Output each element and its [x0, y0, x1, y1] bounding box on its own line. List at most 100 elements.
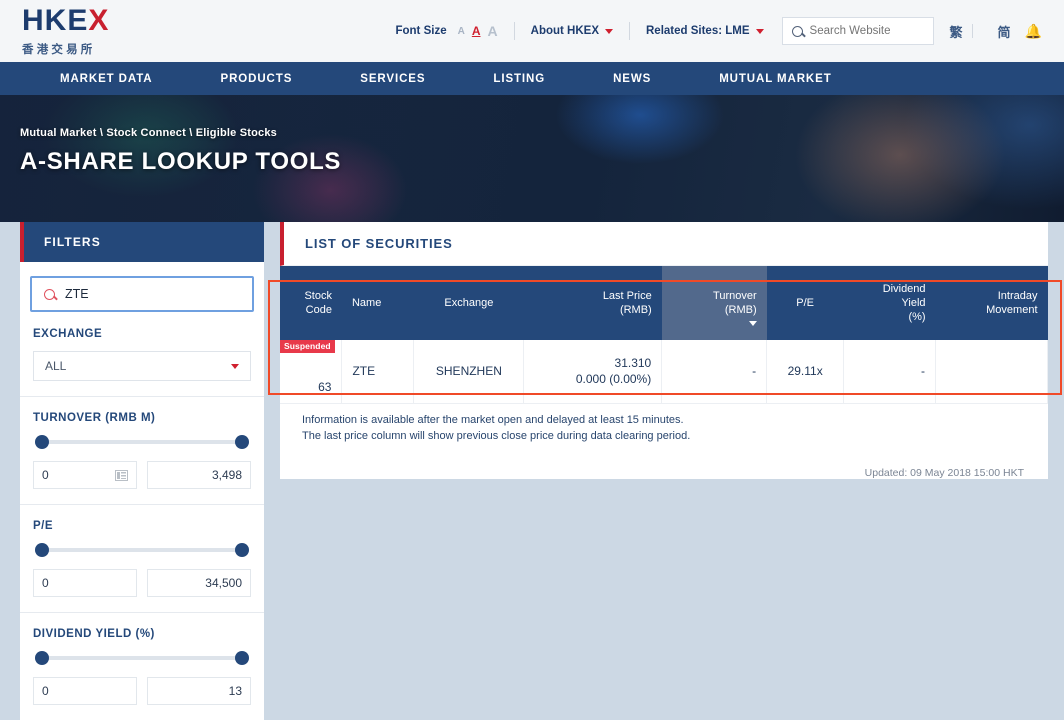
filters-panel: FILTERS EXCHANGE ALL TURNOVER (RMB M) — [20, 222, 264, 720]
chevron-down-icon — [755, 28, 764, 34]
cell-pe: 29.11x — [766, 340, 845, 405]
cell-name: ZTE — [341, 340, 415, 405]
note-line-1: Information is available after the marke… — [302, 414, 684, 427]
column-header-turnover-label: Turnover (RMB) — [713, 290, 757, 317]
divider — [629, 22, 630, 40]
nav-item-services[interactable]: SERVICES — [360, 73, 425, 85]
exchange-label: EXCHANGE — [33, 328, 103, 340]
language-traditional-chinese[interactable]: 繁 — [950, 22, 963, 41]
cell-dividend-yield: - — [843, 340, 937, 405]
breadcrumb-separator: \ — [185, 127, 196, 139]
pe-max-input[interactable]: 34,500 — [147, 569, 251, 597]
nav-item-news[interactable]: NEWS — [613, 73, 651, 85]
column-header-dividend-yield[interactable]: Dividend Yield (%) — [843, 266, 936, 341]
nav-item-market-data[interactable]: MARKET DATA — [60, 73, 153, 85]
dividend-slider-max-handle[interactable] — [235, 651, 249, 665]
breadcrumb-item-eligible-stocks[interactable]: Eligible Stocks — [196, 127, 277, 139]
dividend-label: DIVIDEND YIELD (%) — [33, 628, 155, 640]
chevron-down-icon — [231, 363, 239, 369]
turnover-slider-max-handle[interactable] — [235, 435, 249, 449]
breadcrumb: Mutual Market \ Stock Connect \ Eligible… — [20, 127, 1064, 139]
dividend-min-input[interactable]: 0 — [33, 677, 137, 705]
dividend-range-inputs: 0 13 — [33, 677, 251, 705]
logo-x-letter: X — [88, 3, 110, 37]
filter-search-wrapper — [20, 262, 264, 328]
dividend-max-value: 13 — [228, 684, 242, 698]
slider-track — [35, 656, 249, 660]
hero-banner: Mutual Market \ Stock Connect \ Eligible… — [0, 95, 1064, 222]
breadcrumb-separator: \ — [96, 127, 107, 139]
divider — [971, 24, 973, 38]
stock-search-input[interactable] — [65, 287, 240, 301]
filter-dividend-yield: DIVIDEND YIELD (%) 0 13 — [20, 612, 264, 720]
site-search-input[interactable] — [809, 25, 924, 37]
column-header-intraday-movement[interactable]: Intraday Movement — [935, 266, 1048, 341]
column-header-stock-code[interactable]: Stock Code — [280, 266, 342, 341]
turnover-max-value: 3,498 — [211, 468, 242, 482]
about-hkex-dropdown[interactable]: About HKEX — [531, 25, 613, 37]
securities-table: Stock Code Name Exchange Last Price (RMB… — [280, 266, 1048, 405]
status-badge: Suspended — [280, 340, 335, 354]
column-header-pe[interactable]: P/E — [766, 266, 844, 341]
cell-intraday-movement — [935, 340, 1048, 405]
dividend-min-value: 0 — [42, 684, 49, 698]
pe-slider-min-handle[interactable] — [35, 543, 49, 557]
cell-turnover: - — [661, 340, 768, 405]
search-icon — [44, 288, 55, 300]
language-simplified-chinese[interactable]: 简 — [998, 22, 1011, 41]
font-size-label: Font Size — [395, 25, 447, 37]
top-utility-links: Font Size A A A About HKEX Related Sites… — [395, 17, 1042, 45]
column-header-exchange[interactable]: Exchange — [413, 266, 524, 341]
dividend-slider-min-handle[interactable] — [35, 651, 49, 665]
pe-min-input[interactable]: 0 — [33, 569, 137, 597]
font-size-control: Font Size A A A — [395, 23, 497, 39]
chevron-down-icon — [605, 28, 613, 34]
about-hkex-label: About HKEX — [530, 25, 599, 37]
pe-slider-max-handle[interactable] — [235, 543, 249, 557]
nav-item-mutual-market[interactable]: MUTUAL MARKET — [719, 73, 831, 85]
column-header-name[interactable]: Name — [341, 266, 414, 341]
cell-stock-code: Suspended 63 — [280, 340, 343, 405]
dividend-slider[interactable] — [35, 651, 249, 665]
page-body: FILTERS EXCHANGE ALL TURNOVER (RMB M) — [0, 222, 1064, 720]
nav-item-products[interactable]: PRODUCTS — [221, 73, 293, 85]
logo-wordmark: HKE X — [22, 3, 110, 37]
column-header-turnover[interactable]: Turnover (RMB) — [661, 266, 767, 341]
breadcrumb-item-mutual-market[interactable]: Mutual Market — [20, 127, 97, 139]
font-size-large-button[interactable]: A — [488, 23, 498, 39]
exchange-select[interactable]: ALL — [33, 351, 251, 381]
breadcrumb-item-stock-connect[interactable]: Stock Connect — [106, 127, 186, 139]
font-size-medium-button[interactable]: A — [472, 24, 481, 38]
font-size-small-button[interactable]: A — [458, 26, 465, 37]
slider-track — [35, 548, 249, 552]
securities-header: LIST OF SECURITIES — [280, 222, 1048, 266]
cell-exchange: SHENZHEN — [413, 340, 525, 405]
pe-slider[interactable] — [35, 543, 249, 557]
table-note: Information is available after the marke… — [280, 404, 1048, 445]
turnover-max-input[interactable]: 3,498 — [147, 461, 251, 489]
main-navigation: MARKET DATA PRODUCTS SERVICES LISTING NE… — [0, 62, 1064, 95]
table-header: Stock Code Name Exchange Last Price (RMB… — [280, 266, 1048, 341]
note-line-2: The last price column will show previous… — [302, 430, 691, 443]
nav-item-listing[interactable]: LISTING — [493, 73, 545, 85]
filter-exchange: EXCHANGE ALL — [20, 328, 264, 396]
related-sites-dropdown[interactable]: Related Sites: LME — [646, 25, 764, 37]
filters-header: FILTERS — [20, 222, 264, 262]
search-icon — [791, 25, 803, 37]
stock-search-box[interactable] — [30, 276, 254, 312]
pe-label: P/E — [33, 520, 54, 532]
sort-descending-icon — [748, 321, 757, 327]
column-header-last-price[interactable]: Last Price (RMB) — [523, 266, 662, 341]
turnover-slider[interactable] — [35, 435, 249, 449]
turnover-min-input[interactable]: 0 — [33, 461, 137, 489]
table-row[interactable]: Suspended 63 ZTE SHENZHEN 31.310 0.000 (… — [280, 340, 1048, 405]
table-body: Suspended 63 ZTE SHENZHEN 31.310 0.000 (… — [280, 340, 1048, 405]
hkex-logo[interactable]: HKE X 香港交易所 — [22, 3, 110, 57]
dividend-max-input[interactable]: 13 — [147, 677, 251, 705]
logo-text: HKE — [22, 3, 89, 37]
bell-icon[interactable]: 🔔 — [1025, 23, 1042, 40]
top-utility-bar: HKE X 香港交易所 Font Size A A A About HKEX Re… — [0, 0, 1064, 62]
filter-turnover: TURNOVER (RMB M) 0 3,498 — [20, 396, 264, 504]
turnover-slider-min-handle[interactable] — [35, 435, 49, 449]
site-search-box[interactable] — [781, 17, 934, 45]
